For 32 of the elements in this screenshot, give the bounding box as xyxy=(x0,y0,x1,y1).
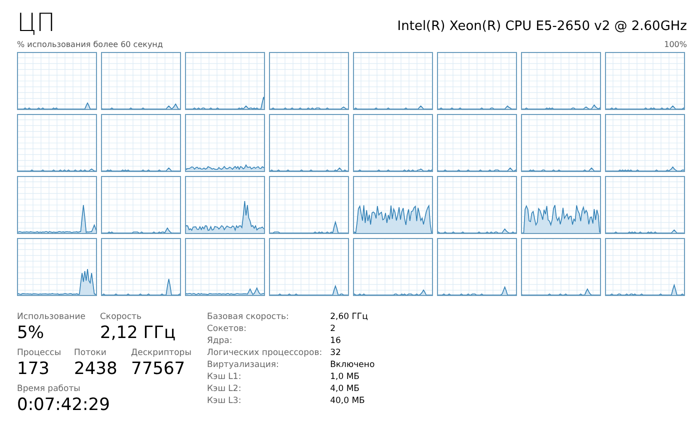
stat-value: 0:07:42:29 xyxy=(17,394,110,416)
cpu-model: Intel(R) Xeon(R) CPU E5-2650 v2 @ 2.60GHz xyxy=(397,19,687,34)
detail-value: 32 xyxy=(330,348,342,358)
detail-label: Виртуализация: xyxy=(207,360,280,370)
stat-label: Процессы xyxy=(17,348,62,358)
detail-label: Базовая скорость: xyxy=(207,312,290,322)
detail-value: 2 xyxy=(330,324,337,334)
stat-value: 173 xyxy=(17,358,50,380)
stat-value: 2,12 ГГц xyxy=(100,322,177,344)
detail-value: 2,60 ГГц xyxy=(330,312,369,322)
stat-label: Потоки xyxy=(74,348,108,358)
stat-label: Скорость xyxy=(100,312,142,322)
detail-label: Ядра: xyxy=(207,336,234,346)
stat-label: Использование xyxy=(17,312,86,322)
stat-label: Дескрипторы xyxy=(131,348,192,358)
detail-label: Кэш L3: xyxy=(207,396,242,406)
detail-value: Включено xyxy=(330,360,375,370)
detail-value: 4,0 МБ xyxy=(330,384,360,394)
stat-value: 5% xyxy=(17,322,45,344)
graph-caption: % использования более 60 секунд xyxy=(17,40,163,49)
stat-value: 2438 xyxy=(74,358,118,380)
page-title: ЦП xyxy=(17,8,56,38)
detail-label: Кэш L1: xyxy=(207,372,242,382)
detail-value: 1,0 МБ xyxy=(330,372,360,382)
detail-label: Кэш L2: xyxy=(207,384,242,394)
stat-label: Время работы xyxy=(17,384,82,394)
graph-max-label: 100% xyxy=(664,40,687,49)
detail-label: Логических процессоров: xyxy=(207,348,322,358)
detail-value: 16 xyxy=(330,336,342,346)
detail-value: 40,0 МБ xyxy=(330,396,366,406)
detail-label: Сокетов: xyxy=(207,324,248,334)
stat-value: 77567 xyxy=(131,358,186,380)
